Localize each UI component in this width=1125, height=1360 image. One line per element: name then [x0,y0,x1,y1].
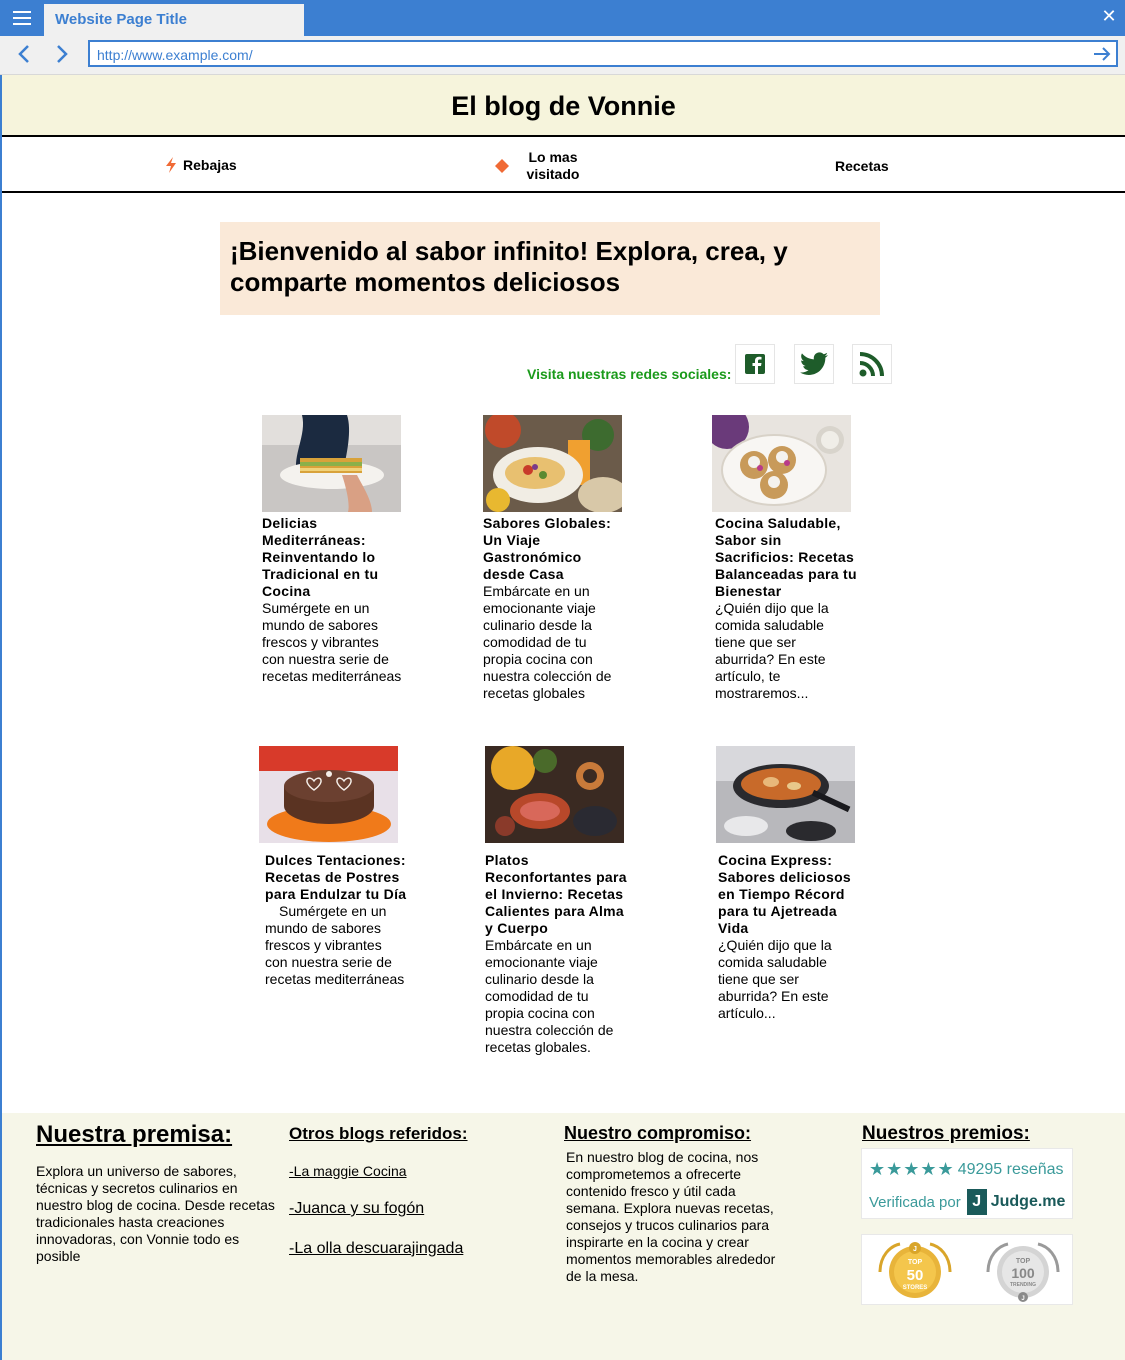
post-excerpt: ¿Quién dijo que la comida saludable tien… [718,937,832,1021]
awards-title: Nuestros premios: [862,1123,1030,1144]
blogs-title: Otros blogs referidos: [289,1124,468,1143]
post-card-2[interactable]: Sabores Globales: Un Viaje Gastronómico … [483,515,626,702]
post-title[interactable]: Platos Reconfortantes para el Invierno: … [485,852,628,937]
welcome-banner: ¡Bienvenido al sabor infinito! Explora, … [220,222,880,315]
post-card-5[interactable]: Platos Reconfortantes para el Invierno: … [485,852,628,1056]
premise-title: Nuestra premisa: [36,1121,233,1148]
judgeme-brand: Judge.me [990,1193,1066,1210]
tacos-photo[interactable] [483,415,622,512]
reviews-count: 49295 reseñas [957,1160,1064,1178]
post-card-4[interactable]: Dulces Tentaciones: Recetas de Postres p… [265,852,408,988]
top-100-trending-badge-icon: J TOP 100 TRENDING [986,1242,1060,1302]
post-title[interactable]: Cocina Saludable, Sabor sin Sacrificios:… [715,515,858,600]
star-rating: ★★★★★ [869,1159,955,1179]
site-header: El blog de Vonnie [2,75,1125,137]
tab-title: Website Page Title [55,11,187,28]
post-excerpt: Embárcate en un emocionante viaje culina… [483,583,612,701]
cake-photo[interactable] [259,746,398,843]
tapas-photo[interactable] [485,746,624,843]
nav-item-label: Recetas [835,158,889,174]
main-nav: Rebajas Lo mas visitado Recetas [2,137,1125,193]
tostadas-photo[interactable] [712,415,851,512]
go-arrow-icon[interactable] [1092,44,1112,64]
svg-text:TRENDING: TRENDING [1010,1282,1036,1288]
post-title[interactable]: Sabores Globales: Un Viaje Gastronómico … [483,515,626,583]
verified-text: Verificada por [869,1193,961,1211]
blog-link-olla[interactable]: -La olla descuarajingada [289,1240,463,1258]
post-excerpt: Sumérgete en un mundo de sabores frescos… [265,903,405,987]
svg-text:J: J [1021,1296,1024,1302]
premise-text: Explora un universo de sabores, técnicas… [36,1163,275,1264]
facebook-button[interactable] [735,344,775,384]
nav-item-rebajas[interactable]: Rebajas [164,157,237,173]
svg-text:TOP: TOP [908,1259,923,1266]
post-excerpt: Sumérgete en un mundo de sabores frescos… [262,600,402,684]
footer: Nuestra premisa: Explora un universo de … [2,1113,1125,1360]
welcome-text: ¡Bienvenido al sabor infinito! Explora, … [230,236,788,297]
social-label: Visita nuestras redes sociales: [527,366,732,382]
url-text: http://www.example.com/ [97,47,253,63]
url-bar[interactable]: http://www.example.com/ [88,40,1118,67]
blog-link-maggie[interactable]: -La maggie Cocina [289,1163,407,1179]
hamburger-menu-icon[interactable] [8,6,36,30]
top-badges: J TOP 50 STORES J TOP 100 TRENDING [861,1234,1073,1305]
nav-item-label: Lo mas visitado [526,149,580,182]
blog-link-juanca[interactable]: -Juanca y su fogón [289,1200,424,1218]
post-title[interactable]: Dulces Tentaciones: Recetas de Postres p… [265,852,406,902]
site-title: El blog de Vonnie [451,91,676,121]
diamond-icon [495,159,509,173]
back-arrow-icon[interactable] [14,43,36,65]
post-card-1[interactable]: Delicias Mediterráneas: Reinventando lo … [262,515,405,685]
post-excerpt: ¿Quién dijo que la comida saludable tien… [715,600,829,701]
twitter-icon [800,352,828,375]
svg-text:STORES: STORES [903,1285,928,1291]
commitment-text: En nuestro blog de cocina, nos compromet… [566,1149,776,1284]
judgeme-logo-icon: J [966,1189,987,1215]
nav-item-lo-mas-visitado[interactable]: Lo mas visitado [494,149,584,183]
browser-tab[interactable]: Website Page Title [44,4,304,36]
top-50-stores-badge-icon: J TOP 50 STORES [878,1242,952,1298]
facebook-icon [745,354,765,374]
svg-text:TOP: TOP [1016,1258,1031,1265]
post-title[interactable]: Cocina Express: Sabores deliciosos en Ti… [718,852,858,937]
post-card-3[interactable]: Cocina Saludable, Sabor sin Sacrificios:… [715,515,858,702]
svg-text:J: J [913,1246,917,1253]
forward-arrow-icon[interactable] [50,43,72,65]
svg-text:50: 50 [907,1267,924,1284]
twitter-button[interactable] [794,344,834,384]
browser-titlebar: Website Page Title ✕ [0,0,1125,36]
svg-text:100: 100 [1011,1265,1035,1281]
nav-item-label: Rebajas [183,157,237,173]
rss-button[interactable] [852,344,892,384]
rss-icon [859,352,884,377]
nav-item-recetas[interactable]: Recetas [835,158,889,174]
judgeme-review-badge[interactable]: ★★★★★ 49295 reseñas Verificada por J Jud… [861,1148,1073,1219]
post-excerpt: Embárcate en un emocionante viaje culina… [485,937,614,1055]
commitment-title: Nuestro compromiso: [564,1123,752,1143]
post-card-6[interactable]: Cocina Express: Sabores deliciosos en Ti… [718,852,858,1022]
lasagna-photo[interactable] [262,415,401,512]
post-title[interactable]: Delicias Mediterráneas: Reinventando lo … [262,515,405,600]
lightning-icon [166,157,176,173]
browser-navbar: http://www.example.com/ [0,36,1125,75]
close-icon[interactable]: ✕ [1099,6,1119,27]
stew-pan-photo[interactable] [716,746,855,843]
